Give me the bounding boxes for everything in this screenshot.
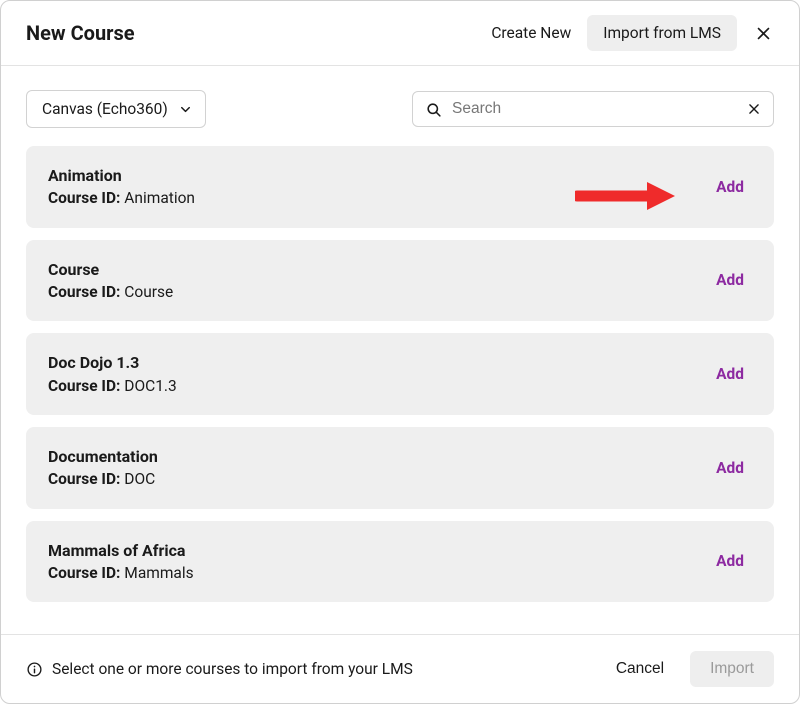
footer-info-text: Select one or more courses to import fro… xyxy=(52,660,413,678)
course-name: Animation xyxy=(48,164,708,187)
course-info: CourseCourse ID: Course xyxy=(48,258,708,304)
course-id-value: Animation xyxy=(124,189,195,207)
course-name: Doc Dojo 1.3 xyxy=(48,351,708,374)
add-button[interactable]: Add xyxy=(708,265,752,295)
course-id-label: Course ID: xyxy=(48,283,120,301)
search-icon xyxy=(425,101,442,118)
course-id-line: Course ID: Animation xyxy=(48,187,708,209)
course-id-value: Mammals xyxy=(124,564,193,582)
course-info: Doc Dojo 1.3Course ID: DOC1.3 xyxy=(48,351,708,397)
tab-import-from-lms[interactable]: Import from LMS xyxy=(587,15,737,51)
course-row: Mammals of AfricaCourse ID: MammalsAdd xyxy=(26,521,774,603)
footer-info: Select one or more courses to import fro… xyxy=(26,660,590,678)
controls-row: Canvas (Echo360) xyxy=(1,66,799,142)
add-button[interactable]: Add xyxy=(708,546,752,576)
search-input[interactable] xyxy=(452,100,737,118)
import-button[interactable]: Import xyxy=(690,651,774,687)
course-id-label: Course ID: xyxy=(48,564,120,582)
course-id-line: Course ID: DOC1.3 xyxy=(48,375,708,397)
clear-search-icon[interactable] xyxy=(747,102,761,116)
course-info: AnimationCourse ID: Animation xyxy=(48,164,708,210)
tab-create-new[interactable]: Create New xyxy=(475,15,587,51)
course-id-value: Course xyxy=(124,283,173,301)
course-id-value: DOC xyxy=(124,470,155,488)
course-name: Mammals of Africa xyxy=(48,539,708,562)
course-id-value: DOC1.3 xyxy=(124,377,176,395)
course-id-line: Course ID: Mammals xyxy=(48,562,708,584)
course-id-label: Course ID: xyxy=(48,377,120,395)
add-button[interactable]: Add xyxy=(708,359,752,389)
info-icon xyxy=(26,661,43,678)
lms-source-dropdown[interactable]: Canvas (Echo360) xyxy=(26,90,206,128)
modal-footer: Select one or more courses to import fro… xyxy=(1,634,799,703)
course-row: AnimationCourse ID: AnimationAdd xyxy=(26,146,774,228)
search-field[interactable] xyxy=(412,91,774,127)
close-button[interactable] xyxy=(749,19,777,47)
add-button[interactable]: Add xyxy=(708,172,752,202)
chevron-down-icon xyxy=(178,102,193,117)
add-button[interactable]: Add xyxy=(708,453,752,483)
course-id-label: Course ID: xyxy=(48,470,120,488)
course-row: CourseCourse ID: CourseAdd xyxy=(26,240,774,322)
close-icon xyxy=(755,25,772,42)
course-name: Documentation xyxy=(48,445,708,468)
course-id-line: Course ID: DOC xyxy=(48,468,708,490)
cancel-button[interactable]: Cancel xyxy=(604,651,676,687)
course-id-label: Course ID: xyxy=(48,189,120,207)
modal-title: New Course xyxy=(26,21,475,45)
modal-header: New Course Create New Import from LMS xyxy=(1,1,799,66)
course-name: Course xyxy=(48,258,708,281)
dropdown-label: Canvas (Echo360) xyxy=(42,100,168,118)
course-id-line: Course ID: Course xyxy=(48,281,708,303)
course-row: Doc Dojo 1.3Course ID: DOC1.3Add xyxy=(26,333,774,415)
new-course-modal: New Course Create New Import from LMS Ca… xyxy=(0,0,800,704)
course-row: DocumentationCourse ID: DOCAdd xyxy=(26,427,774,509)
course-info: Mammals of AfricaCourse ID: Mammals xyxy=(48,539,708,585)
course-list: AnimationCourse ID: AnimationAddCourseCo… xyxy=(1,142,799,634)
course-info: DocumentationCourse ID: DOC xyxy=(48,445,708,491)
